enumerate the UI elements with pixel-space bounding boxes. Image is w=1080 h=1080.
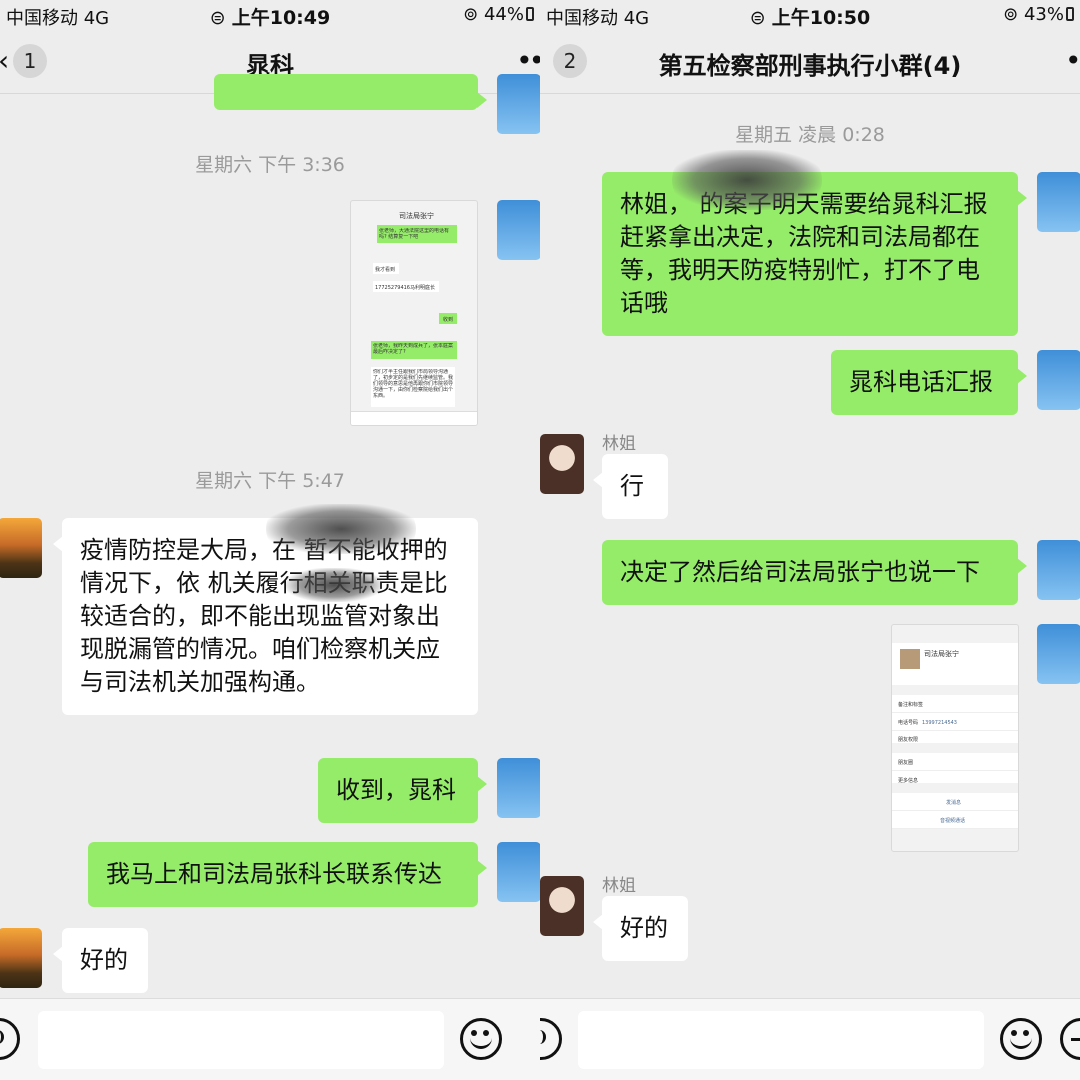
message-list[interactable]: 星期六 下午 3:36 司法局张宁 张老师，大通法院这里的电话有吗? 结算复一下… [0, 74, 540, 998]
more-options-icon[interactable]: •• [1065, 44, 1080, 77]
shot-msg-2: 我才看到 [375, 267, 396, 273]
emoji-icon[interactable] [1000, 1018, 1042, 1060]
lock-rotation-icon: ⊚ [1003, 4, 1024, 25]
self-avatar[interactable] [1037, 540, 1080, 600]
input-bar [540, 998, 1080, 1080]
message-bubble-outgoing[interactable]: 决定了然后给司法局张宁也说一下 [602, 540, 1027, 605]
voice-toggle-icon[interactable] [0, 1018, 20, 1060]
self-avatar[interactable] [497, 842, 540, 902]
self-avatar[interactable] [1037, 172, 1080, 232]
message-bubble-incoming[interactable]: 好的 [53, 928, 148, 993]
self-avatar[interactable] [1037, 350, 1080, 410]
shot-title: 司法局张宁 [399, 212, 434, 220]
self-avatar[interactable] [497, 758, 540, 818]
plus-icon[interactable] [1060, 1018, 1080, 1060]
input-bar [0, 998, 540, 1080]
message-bubble-outgoing-partial[interactable] [214, 74, 487, 110]
clock: 上午10:50 [771, 7, 871, 29]
chat-header: 2 第五检察部刑事执行小群(4) •• [540, 30, 1080, 94]
battery-percent: 44% [483, 4, 524, 25]
card-name: 司法局张宁 [924, 650, 959, 658]
chat-title: 第五检察部刑事执行小群(4) [658, 52, 962, 80]
message-bubble-incoming[interactable]: 疫情防控是大局，在 暂不能收押的情况下，依 机关履行相关职责是比较适合的，即不能… [53, 518, 478, 715]
message-bubble-incoming[interactable]: 行 [593, 454, 668, 519]
card-row: 更多信息 [898, 778, 919, 784]
contact-avatar[interactable] [540, 434, 584, 494]
timestamp: 星期六 下午 3:36 [195, 154, 345, 176]
message-bubble-outgoing[interactable]: 我马上和司法局张科长联系传达 [88, 842, 487, 907]
shot-msg-3: 17725279416马利明庭长 [375, 285, 435, 291]
left-chat-pane: 中国移动 4G ⊜上午10:49 ⊚ 44% ‹ 1 晁科 ••· 星期六 下午… [0, 0, 540, 1080]
timestamp: 星期六 下午 5:47 [195, 470, 345, 492]
link-icon: ⊜ [749, 7, 766, 29]
clock: 上午10:49 [231, 7, 331, 29]
battery-icon [526, 7, 534, 21]
contact-avatar[interactable] [0, 518, 42, 578]
self-avatar[interactable] [1037, 624, 1080, 684]
screenshot-image-message[interactable]: 司法局张宁 张老师，大通法院这里的电话有吗? 结算复一下吧 我才看到 17725… [350, 200, 478, 426]
link-icon: ⊜ [209, 7, 226, 29]
self-avatar[interactable] [497, 200, 540, 260]
more-options-icon[interactable]: ••· [516, 44, 540, 77]
message-list[interactable]: 星期五 凌晨 0:28 林姐， 的案子明天需要给晁科汇报赶紧拿出决定，法院和司法… [540, 94, 1080, 998]
message-bubble-outgoing[interactable]: 晁科电话汇报 [831, 350, 1027, 415]
card-action: 音视频通话 [940, 818, 966, 824]
status-bar: 中国移动 4G ⊜ 上午10:50 ⊚ 43% [540, 0, 1080, 30]
redaction-blur [286, 568, 382, 602]
message-input[interactable] [578, 1011, 984, 1069]
card-row: 朋友权限 [898, 737, 919, 743]
timestamp: 星期五 凌晨 0:28 [735, 124, 885, 146]
card-row: 备注和标签 [898, 702, 924, 708]
contact-avatar[interactable] [0, 928, 42, 988]
emoji-icon[interactable] [460, 1018, 502, 1060]
card-row: 朋友圈 [898, 760, 914, 766]
lock-rotation-icon: ⊚ [463, 4, 484, 25]
split-screenshot: 中国移动 4G ⊜上午10:49 ⊚ 44% ‹ 1 晁科 ••· 星期六 下午… [0, 0, 1080, 1080]
sender-name: 林姐 [602, 876, 636, 896]
contact-card-screenshot[interactable]: 司法局张宁 备注和标签 电话号码 13997214543 朋友权限 朋友圈 更多… [891, 624, 1019, 852]
shot-msg-5: 张老师，我昨天到成兵了，张本庭案最后咋决定了? [373, 343, 454, 355]
shot-msg-4: 收到 [443, 317, 454, 323]
card-row: 电话号码 [898, 720, 919, 726]
self-avatar[interactable] [497, 74, 540, 134]
redaction-blur [672, 150, 822, 210]
contact-avatar[interactable] [540, 876, 584, 936]
right-chat-pane: 中国移动 4G ⊜ 上午10:50 ⊚ 43% 2 第五检察部刑事执行小群(4) … [540, 0, 1080, 1080]
shot-msg-1: 张老师，大通法院这里的电话有吗? 结算复一下吧 [379, 228, 450, 240]
status-bar: 中国移动 4G ⊜ 上午10:49 ⊚ 44% [0, 0, 540, 30]
message-input[interactable] [38, 1011, 444, 1069]
battery-icon [1066, 7, 1074, 21]
message-bubble-outgoing[interactable]: 收到，晁科 [318, 758, 487, 823]
voice-toggle-icon[interactable] [540, 1018, 562, 1060]
card-avatar [900, 649, 920, 669]
sender-name: 林姐 [602, 434, 636, 454]
card-phone: 13997214543 [922, 720, 957, 726]
card-action: 发消息 [946, 800, 962, 806]
message-bubble-incoming[interactable]: 好的 [593, 896, 688, 961]
redaction-blur [266, 504, 416, 554]
shot-msg-6: 你们才半主任跟我们市局领导沟通了，初步定的是我们先继续监管。我们领导的意思是他再… [373, 369, 453, 399]
battery-percent: 43% [1023, 4, 1064, 25]
